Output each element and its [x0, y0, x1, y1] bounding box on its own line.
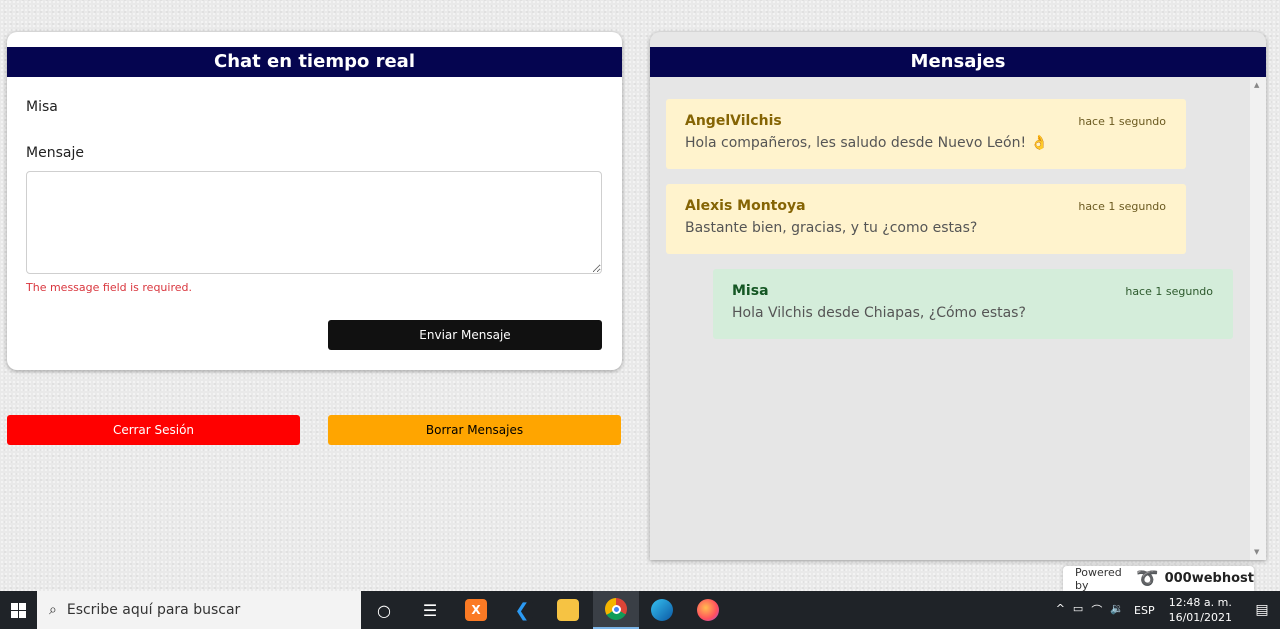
clock[interactable]: 12:48 a. m. 16/01/2021: [1169, 595, 1232, 625]
messages-scrollbar[interactable]: ▲ ▼: [1250, 77, 1266, 560]
powered-by-text: Powered by: [1075, 565, 1122, 592]
message-time: hace 1 segundo: [1078, 200, 1166, 213]
send-message-button[interactable]: Enviar Mensaje: [328, 320, 602, 350]
message-item: Alexis Montoya hace 1 segundo Bastante b…: [666, 184, 1186, 254]
chat-form-card: Chat en tiempo real Misa Mensaje The mes…: [7, 32, 622, 370]
message-text: Hola Vilchis desde Chiapas, ¿Cómo estas?: [732, 305, 1026, 321]
search-icon: ⌕: [49, 602, 57, 618]
message-item: AngelVilchis hace 1 segundo Hola compañe…: [666, 99, 1186, 169]
taskbar-search[interactable]: ⌕ Escribe aquí para buscar: [37, 591, 361, 629]
firefox-icon[interactable]: [685, 591, 731, 629]
file-explorer-icon[interactable]: [545, 591, 591, 629]
chat-title: Chat en tiempo real: [7, 47, 622, 77]
language-indicator[interactable]: ESP: [1134, 604, 1155, 617]
notifications-icon[interactable]: ▤: [1244, 602, 1280, 618]
message-text: Bastante bien, gracias, y tu ¿como estas…: [685, 220, 978, 236]
messages-panel: Mensajes AngelVilchis hace 1 segundo Hol…: [650, 32, 1266, 560]
task-view-icon[interactable]: ☰: [407, 591, 453, 629]
windows-taskbar: ⌕ Escribe aquí para buscar ○ ☰ X ❮ ^ ▭ ⌒…: [0, 591, 1280, 629]
message-field[interactable]: [26, 171, 602, 274]
system-tray: ^ ▭ ⌒ 🔉 ESP 12:48 a. m. 16/01/2021 ▤: [1056, 591, 1280, 629]
message-item: Misa hace 1 segundo Hola Vilchis desde C…: [713, 269, 1233, 339]
volume-icon[interactable]: 🔉: [1110, 602, 1124, 618]
message-label: Mensaje: [26, 145, 84, 161]
scroll-up-arrow-icon[interactable]: ▲: [1254, 81, 1259, 89]
powered-by-badge[interactable]: Powered by ➰ 000webhost: [1063, 565, 1254, 592]
wifi-icon[interactable]: ⌒: [1091, 602, 1102, 618]
clear-messages-button[interactable]: Borrar Mensajes: [328, 415, 621, 445]
powered-by-brand: 000webhost: [1164, 571, 1254, 586]
logout-button[interactable]: Cerrar Sesión: [7, 415, 300, 445]
cortana-icon[interactable]: ○: [361, 591, 407, 629]
username-label: Misa: [26, 99, 58, 115]
message-text: Hola compañeros, les saludo desde Nuevo …: [685, 135, 1048, 151]
chrome-icon[interactable]: [593, 591, 639, 629]
battery-icon[interactable]: ▭: [1073, 602, 1083, 618]
messages-list: AngelVilchis hace 1 segundo Hola compañe…: [650, 77, 1266, 560]
search-placeholder: Escribe aquí para buscar: [66, 602, 241, 618]
message-time: hace 1 segundo: [1125, 285, 1213, 298]
validation-error: The message field is required.: [26, 281, 192, 294]
show-hidden-icons-icon[interactable]: ^: [1056, 602, 1065, 618]
start-button[interactable]: [0, 591, 37, 629]
clock-time: 12:48 a. m.: [1168, 596, 1232, 609]
windows-logo-icon: [11, 602, 26, 618]
scroll-down-arrow-icon[interactable]: ▼: [1254, 548, 1259, 556]
clock-date: 16/01/2021: [1168, 611, 1232, 624]
vscode-icon[interactable]: ❮: [499, 591, 545, 629]
message-time: hace 1 segundo: [1078, 115, 1166, 128]
messages-title: Mensajes: [650, 47, 1266, 77]
xampp-icon[interactable]: X: [453, 591, 499, 629]
edge-icon[interactable]: [639, 591, 685, 629]
webhost-logo-icon: ➰: [1136, 567, 1159, 589]
